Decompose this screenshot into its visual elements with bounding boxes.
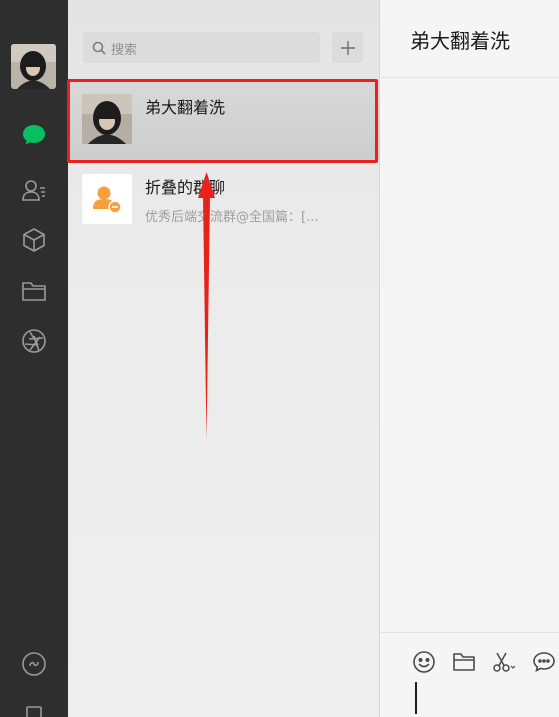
chat-list-item[interactable]: 折叠的群聊 优秀后端交流群@全国篇：[... [68, 160, 380, 240]
moments-aperture-icon[interactable] [20, 327, 48, 355]
input-area[interactable] [381, 632, 559, 717]
files-folder-icon[interactable] [20, 277, 48, 305]
search-box[interactable]: 搜索 [83, 32, 320, 63]
add-button[interactable] [332, 32, 363, 63]
scissors-icon[interactable] [491, 649, 517, 675]
text-cursor [415, 682, 417, 714]
chat-name: 弟大翻着洗 [145, 98, 226, 117]
phone-icon[interactable] [20, 700, 48, 717]
contact-avatar [82, 94, 132, 144]
chat-list-item[interactable]: 弟大翻着洗 [68, 80, 380, 160]
chat-icon[interactable] [20, 121, 48, 149]
user-avatar[interactable] [11, 44, 56, 89]
chat-title: 弟大翻着洗 [410, 29, 510, 53]
side-nav-bar [0, 0, 68, 717]
chat-preview: 优秀后端交流群@全国篇：[... [145, 210, 319, 225]
message-icon[interactable] [531, 649, 557, 675]
folded-group-icon [82, 174, 132, 224]
chat-header: 弟大翻着洗 [381, 0, 559, 78]
folder-icon[interactable] [451, 649, 477, 675]
mini-program-icon[interactable] [20, 650, 48, 678]
chat-panel: 弟大翻着洗 [381, 0, 559, 717]
contacts-icon[interactable] [20, 176, 48, 204]
chat-list-panel: 搜索 弟大翻着洗 折叠的群聊 优秀后端交流群@全国篇：[... [68, 0, 380, 717]
emoji-icon[interactable] [411, 649, 437, 675]
favorites-cube-icon[interactable] [20, 226, 48, 254]
search-icon [92, 40, 106, 59]
search-placeholder: 搜索 [111, 43, 138, 58]
plus-icon [340, 40, 355, 55]
chat-name: 折叠的群聊 [145, 178, 226, 197]
